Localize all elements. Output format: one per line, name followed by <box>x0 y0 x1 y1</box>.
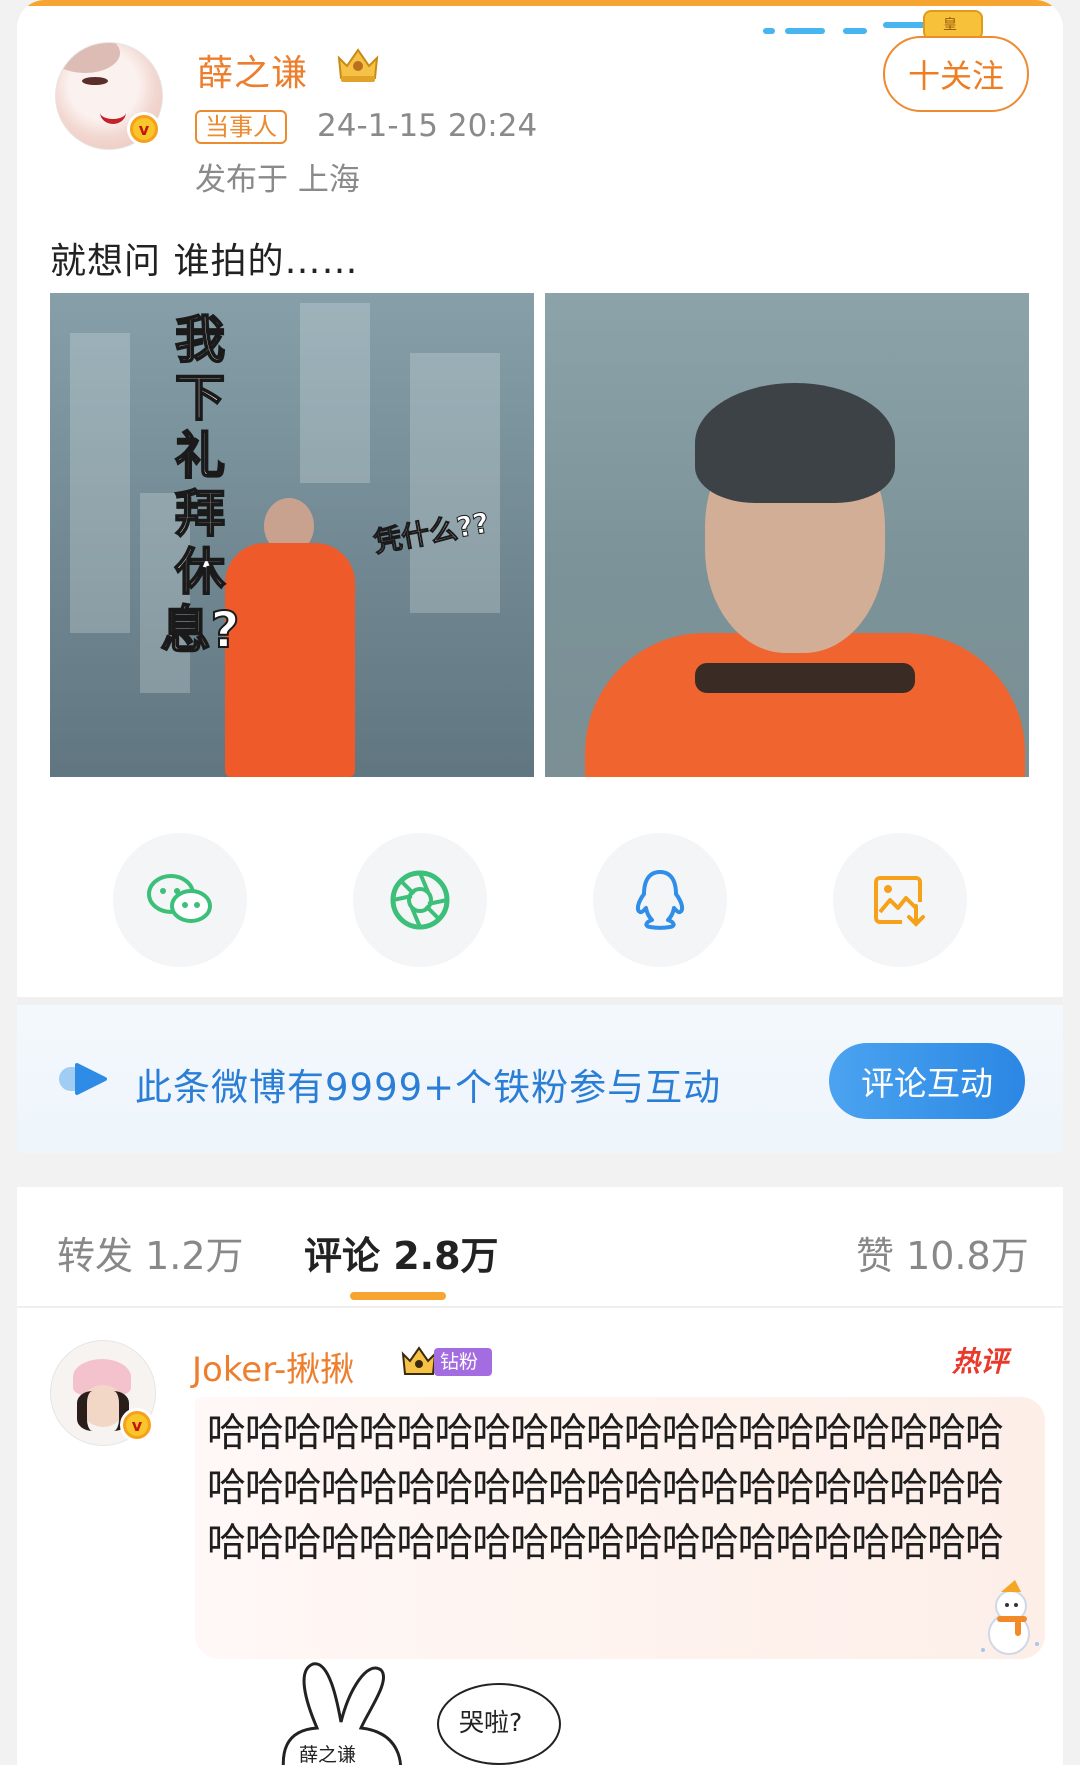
commenter-name[interactable]: Joker-揪揪 <box>192 1342 354 1391</box>
tab-like[interactable]: 赞 10.8万 <box>856 1225 1029 1280</box>
engagement-tabs: 转发 1.2万 评论 2.8万 赞 10.8万 <box>17 1187 1063 1307</box>
post-location: 发布于 上海 <box>195 162 360 198</box>
post-image-2[interactable] <box>545 293 1029 777</box>
role-tag: 当事人 <box>195 110 287 144</box>
section-gap <box>17 1153 1063 1187</box>
fan-interaction-text: 此条微博有9999+个铁粉参与互动 <box>135 1066 722 1109</box>
save-image-button[interactable] <box>833 833 967 967</box>
fan-level-badge: 钻粉3 <box>400 1344 492 1401</box>
share-wechat-button[interactable] <box>113 833 247 967</box>
crown-icon <box>337 48 379 82</box>
verified-badge-icon: v <box>120 1408 154 1442</box>
image-caption-vertical: 我下礼拜休息? <box>159 310 240 660</box>
follow-button[interactable]: 十关注 <box>883 36 1029 112</box>
fan-badge-label: 钻粉3 <box>434 1348 492 1401</box>
moments-icon <box>390 870 450 930</box>
save-image-icon <box>874 876 925 927</box>
tabs-divider <box>17 1306 1063 1308</box>
author-avatar[interactable]: v <box>55 42 163 150</box>
page: 皇 v 薛之谦 当事人 24-1-15 20:24 发布于 上海 十关注 就想问… <box>0 0 1080 1765</box>
verified-badge-icon: v <box>127 112 161 146</box>
tab-repost[interactable]: 转发 1.2万 <box>57 1225 244 1280</box>
section-divider <box>17 997 1063 1005</box>
active-tab-indicator <box>350 1292 446 1300</box>
comment-interact-button[interactable]: 评论互动 <box>829 1043 1025 1119</box>
bunny-sticker: 薛之谦 <box>257 1650 457 1765</box>
tab-comment[interactable]: 评论 2.8万 <box>304 1225 499 1280</box>
post-time: 24-1-15 20:24 <box>317 108 538 144</box>
share-moments-button[interactable] <box>353 833 487 967</box>
share-qq-button[interactable] <box>593 833 727 967</box>
snowman-icon <box>981 1580 1039 1655</box>
wechat-icon <box>147 874 212 923</box>
post-card: 皇 v 薛之谦 当事人 24-1-15 20:24 发布于 上海 十关注 就想问… <box>17 0 1063 1765</box>
share-row <box>17 833 1063 967</box>
qq-icon <box>635 870 685 930</box>
hot-comment-tag: 热评 <box>952 1345 1009 1378</box>
speech-bubble-sticker: 哭啦? <box>437 1683 561 1765</box>
commenter-avatar[interactable]: v <box>50 1340 158 1448</box>
bunny-sticker-label: 薛之谦 <box>299 1744 357 1765</box>
speech-bubble-text: 哭啦? <box>459 1708 523 1737</box>
post-text: 就想问 谁拍的…… <box>50 241 359 282</box>
post-image-1[interactable]: 我下礼拜休息? 凭什么?? <box>50 293 534 777</box>
author-name[interactable]: 薛之谦 <box>197 44 308 96</box>
play-icon <box>59 1063 107 1095</box>
fan-interaction-banner: 此条微博有9999+个铁粉参与互动 评论互动 <box>17 1005 1063 1153</box>
comment-text: 哈哈哈哈哈哈哈哈哈哈哈哈哈哈哈哈哈哈哈哈哈哈哈哈哈哈哈哈哈哈哈哈哈哈哈哈哈哈哈哈… <box>207 1411 1004 1566</box>
fan-crown-icon <box>401 1346 437 1375</box>
